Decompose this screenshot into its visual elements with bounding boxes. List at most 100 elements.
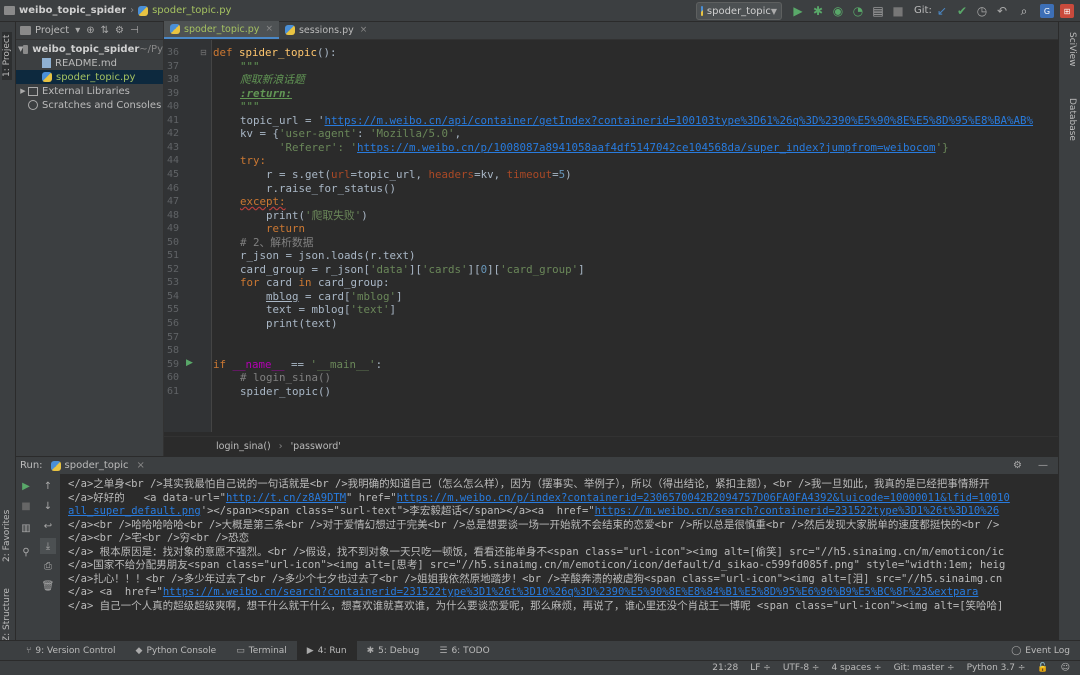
close-icon[interactable]: ×	[265, 24, 273, 34]
status-caret-position[interactable]: 21:28	[712, 663, 738, 673]
tool-window-event-log[interactable]: ◯ Event Log	[1001, 641, 1080, 661]
breadcrumb-file[interactable]: spoder_topic.py	[152, 5, 231, 16]
terminal-icon: ▭	[236, 645, 245, 656]
close-icon[interactable]: ×	[137, 460, 145, 471]
run-icon[interactable]: ▶	[790, 3, 806, 19]
structure-tool-tab[interactable]: Z: Structure	[2, 588, 12, 642]
rerun-icon[interactable]: ▶	[18, 478, 34, 494]
stop-icon[interactable]: ■	[890, 3, 906, 19]
run-gutter-icon[interactable]: ▶	[186, 358, 193, 368]
python-file-icon	[42, 72, 52, 82]
hide-icon[interactable]: —	[1038, 460, 1048, 471]
git-label: Git:	[914, 5, 932, 16]
tree-item-project-root[interactable]: ▼ weibo_topic_spider ~/Py	[16, 42, 163, 56]
fold-icon[interactable]: ⊟	[200, 48, 207, 57]
git-commit-icon[interactable]: ✔	[954, 3, 970, 19]
line-number: 42	[166, 128, 179, 140]
tool-window-terminal[interactable]: ▭ Terminal	[226, 641, 297, 661]
debug-icon[interactable]: ✱	[810, 3, 826, 19]
project-panel-header: Project ▾ ⊕ ⇅ ⚙ ⊣	[16, 22, 163, 40]
line-number: 50	[166, 236, 179, 248]
code-breadcrumb-item[interactable]: 'password'	[291, 441, 341, 452]
tool-window-run[interactable]: ▶ 4: Run	[296, 640, 357, 661]
soft-wrap-icon[interactable]: ↩	[40, 518, 56, 534]
trash-icon[interactable]: 🗑	[40, 578, 56, 594]
console-link[interactable]: https://m.weibo.cn/p/index?containerid=2…	[397, 492, 1010, 504]
run-console-output[interactable]: </a>之单身<br />其实我最怕自己说的一句话就是<br />我明确的知道自…	[60, 474, 1058, 640]
tool-window-python-console[interactable]: ◆ Python Console	[126, 641, 227, 661]
breadcrumb-separator: ›	[130, 5, 135, 16]
code-line-47: except:	[240, 195, 286, 209]
tree-item-spoder-topic[interactable]: spoder_topic.py	[16, 70, 163, 84]
line-number: 54	[166, 290, 179, 302]
folder-icon	[23, 44, 29, 54]
chevron-down-icon: ▼	[770, 6, 777, 16]
locate-icon[interactable]: ⊕	[86, 25, 94, 36]
left-tool-strip: 1: Project 2: Favorites Z: Structure	[0, 22, 16, 642]
concurrency-icon[interactable]: ▤	[870, 3, 886, 19]
tool-window-debug[interactable]: ✱ 5: Debug	[357, 641, 430, 661]
line-number: 49	[166, 223, 179, 235]
profile-icon[interactable]: ◔	[850, 3, 866, 19]
search-icon[interactable]: ⌕	[1016, 3, 1032, 19]
console-link[interactable]: http://t.cn/z8A9DTM	[226, 492, 346, 504]
status-encoding[interactable]: UTF-8 ÷	[783, 663, 820, 673]
code-line-36: def spider_topic():	[213, 46, 337, 59]
stop-icon[interactable]: ■	[18, 498, 34, 514]
code-breadcrumb-item[interactable]: login_sina()	[216, 441, 271, 452]
status-interpreter[interactable]: Python 3.7 ÷	[967, 663, 1026, 673]
project-panel-title[interactable]: Project	[35, 25, 69, 36]
inspector-icon[interactable]: ☺	[1061, 663, 1070, 673]
breadcrumb-project[interactable]: weibo_topic_spider	[19, 5, 126, 16]
settings-icon[interactable]: ⚙	[115, 25, 124, 36]
code-line-56: print(text)	[266, 317, 338, 330]
layout-icon[interactable]: ▥	[18, 520, 34, 536]
tab-spoder-topic[interactable]: spoder_topic.py ×	[164, 21, 279, 39]
sciview-tool-tab[interactable]: SciView	[1067, 32, 1077, 67]
scroll-up-icon[interactable]: ↑	[40, 478, 56, 494]
code-line-44: try:	[240, 154, 267, 168]
folder-icon	[20, 26, 31, 35]
git-history-icon[interactable]: ◷	[974, 3, 990, 19]
console-line: </a> 自己一个人真的超级超级爽啊，想干什么就干什么，想喜欢谁就喜欢谁，为什么…	[68, 599, 1004, 612]
status-line-separator[interactable]: LF ÷	[750, 663, 771, 673]
run-configuration-select[interactable]: spoder_topic ▼	[696, 2, 782, 20]
settings-icon[interactable]: ⚙	[1013, 460, 1022, 471]
tool-window-todo[interactable]: ☰ 6: TODO	[429, 641, 499, 661]
tree-item-label: Scratches and Consoles	[42, 99, 162, 111]
pin-icon[interactable]: ⚲	[18, 544, 34, 560]
close-icon[interactable]: ×	[360, 25, 368, 35]
console-link[interactable]: https://m.weibo.cn/search?containerid=23…	[163, 586, 978, 598]
collapse-icon[interactable]: ⇅	[101, 25, 109, 36]
scroll-to-end-icon[interactable]: ⤓	[40, 538, 56, 554]
tool-window-version-control[interactable]: ⑂ 9: Version Control	[16, 641, 126, 661]
revert-icon[interactable]: ↶	[994, 3, 1010, 19]
tree-item-external-libraries[interactable]: ▶ External Libraries	[16, 84, 163, 98]
tab-sessions[interactable]: sessions.py ×	[279, 21, 373, 39]
status-git-branch[interactable]: Git: master ÷	[894, 663, 955, 673]
print-icon[interactable]: ⎙	[40, 558, 56, 574]
status-indent[interactable]: 4 spaces ÷	[831, 663, 881, 673]
tab-label: sessions.py	[298, 24, 354, 36]
project-tool-tab[interactable]: 1: Project	[2, 31, 12, 80]
run-coverage-icon[interactable]: ◉	[830, 3, 846, 19]
favorites-tool-tab[interactable]: 2: Favorites	[2, 510, 12, 562]
code-editor[interactable]: def spider_topic(): """ 爬取新浪话题 :return: …	[213, 40, 1058, 432]
lock-icon[interactable]: 🔓	[1037, 663, 1048, 673]
tree-item-label: External Libraries	[42, 85, 130, 97]
chevron-right-icon: ▶	[20, 87, 26, 95]
run-tab[interactable]: spoder_topic	[65, 460, 129, 471]
todo-icon: ☰	[439, 645, 448, 656]
translate-icon[interactable]: G	[1040, 4, 1054, 18]
tree-item-readme[interactable]: README.md	[16, 56, 163, 70]
console-link[interactable]: https://m.weibo.cn/search?containerid=23…	[595, 505, 1000, 517]
line-number: 52	[166, 263, 179, 275]
scroll-down-icon[interactable]: ↓	[40, 498, 56, 514]
git-update-icon[interactable]: ↙	[934, 3, 950, 19]
tree-item-scratches[interactable]: Scratches and Consoles	[16, 98, 163, 112]
chevron-down-icon[interactable]: ▾	[75, 25, 80, 36]
database-tool-tab[interactable]: Database	[1067, 98, 1077, 141]
console-link[interactable]: all_super_default.png	[68, 505, 201, 517]
hide-icon[interactable]: ⊣	[130, 25, 139, 36]
plugin-icon[interactable]: ⊞	[1060, 4, 1074, 18]
